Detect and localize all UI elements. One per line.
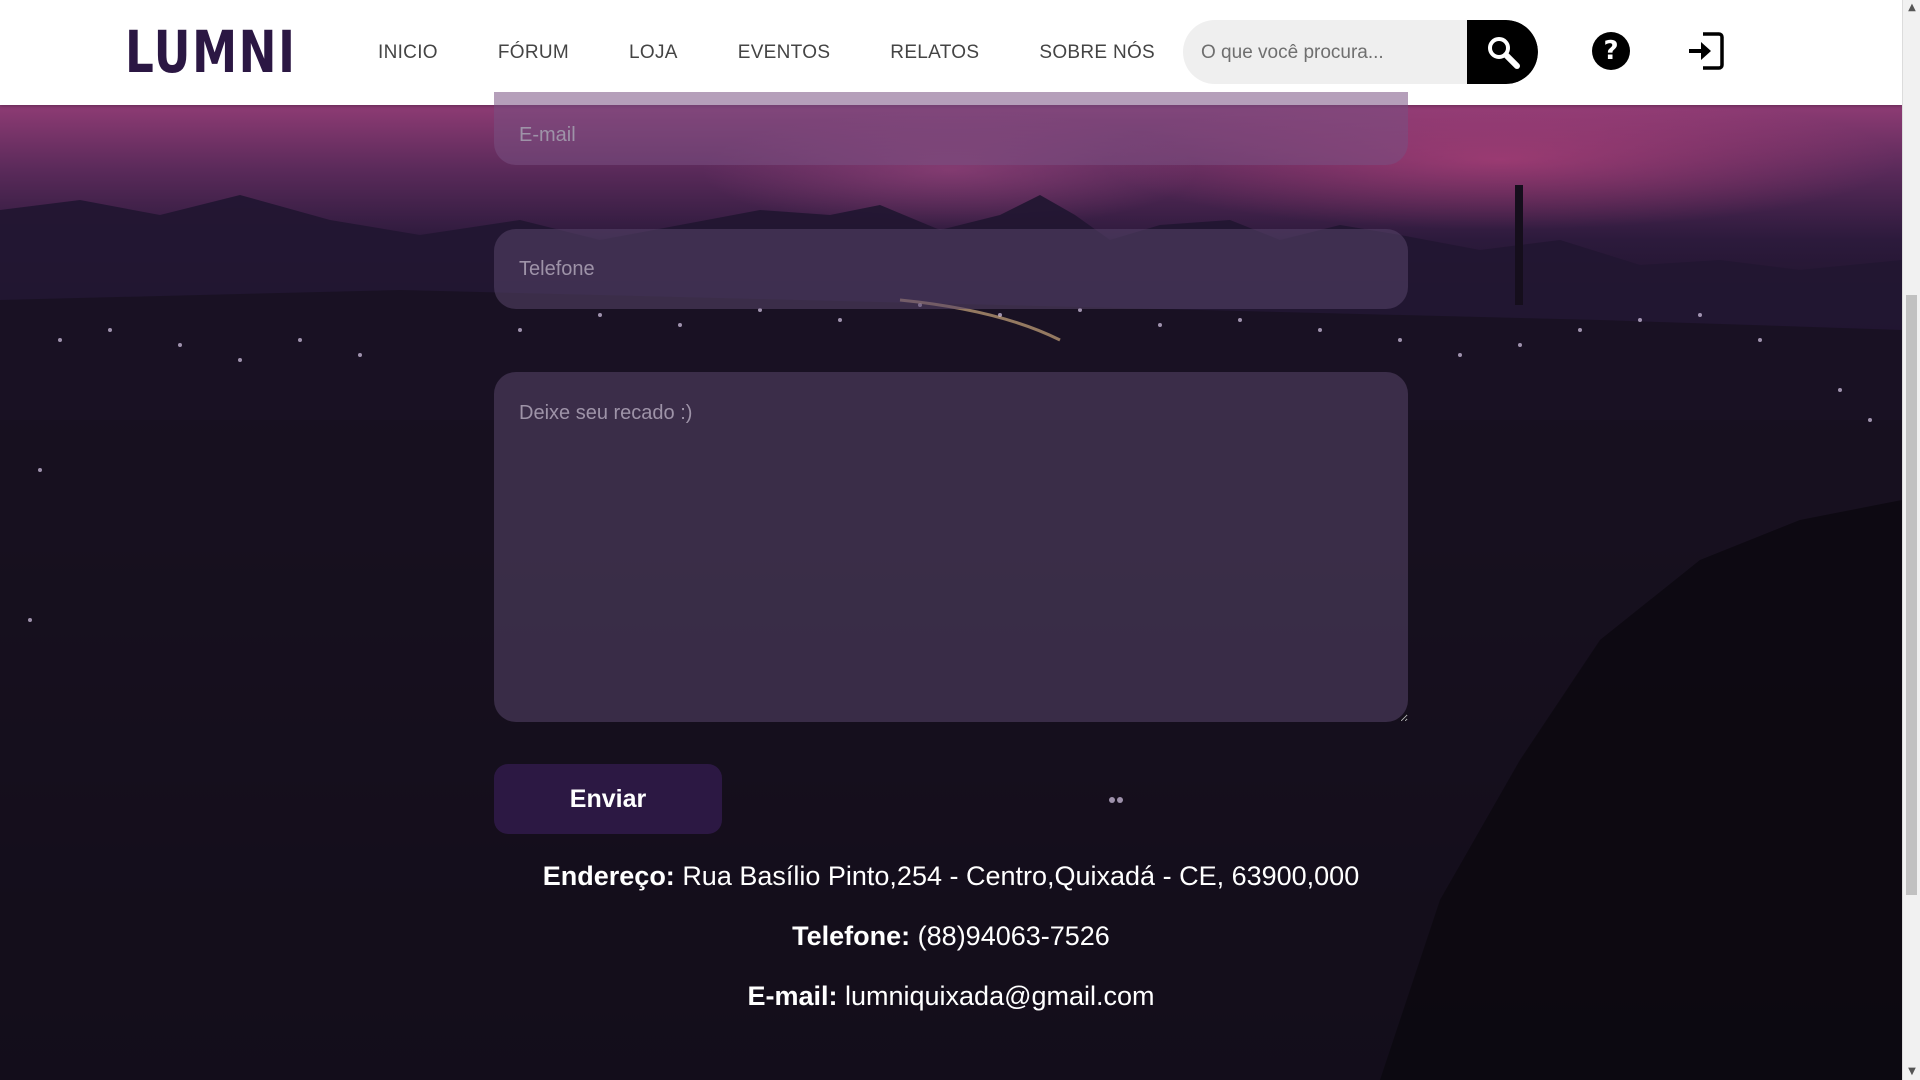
nav-loja[interactable]: LOJA <box>629 42 678 64</box>
email-label: E-mail: <box>747 981 845 1011</box>
message-textarea[interactable] <box>494 372 1408 722</box>
phone-label: Telefone: <box>792 921 918 951</box>
nav-forum[interactable]: FÓRUM <box>498 42 569 64</box>
contact-phone: Telefone: (88)94063-7526 <box>0 921 1902 952</box>
logo-wordmark: LUMNI <box>125 18 297 86</box>
page-scrollbar[interactable]: ▲ ▼ <box>1902 0 1920 1080</box>
scroll-up-arrow-icon[interactable]: ▲ <box>1903 0 1920 16</box>
contact-email: E-mail: lumniquixada@gmail.com <box>0 981 1902 1012</box>
email-field[interactable] <box>494 92 1408 165</box>
phone-field[interactable] <box>494 229 1408 309</box>
sign-in-icon <box>1689 32 1724 70</box>
nav-sobre-nos[interactable]: SOBRE NÓS <box>1039 42 1155 64</box>
email-value: lumniquixada@gmail.com <box>844 981 1155 1011</box>
main-nav: INICIO FÓRUM LOJA EVENTOS RELATOS SOBRE … <box>378 0 1215 105</box>
search-input[interactable] <box>1199 20 1473 84</box>
question-circle-icon[interactable]: ? <box>1592 32 1630 70</box>
scrollbar-thumb[interactable] <box>1906 295 1917 895</box>
address-label: Endereço: <box>542 861 683 891</box>
login-button[interactable] <box>1685 30 1725 72</box>
contact-address: Endereço: Rua Basílio Pinto,254 - Centro… <box>0 861 1902 892</box>
address-value: Rua Basílio Pinto,254 - Centro,Quixadá -… <box>682 861 1360 891</box>
search-icon <box>1487 37 1520 69</box>
send-button[interactable]: Enviar <box>494 764 722 834</box>
scroll-down-arrow-icon[interactable]: ▼ <box>1903 1064 1920 1080</box>
lumni-logo[interactable]: LUMNI <box>119 18 329 86</box>
nav-inicio[interactable]: INICIO <box>378 42 438 64</box>
nav-relatos[interactable]: RELATOS <box>890 42 979 64</box>
phone-value: (88)94063-7526 <box>917 921 1110 951</box>
nav-eventos[interactable]: EVENTOS <box>738 42 831 64</box>
search-button[interactable] <box>1467 20 1538 84</box>
search-bar <box>1183 20 1538 84</box>
site-header: LUMNI INICIO FÓRUM LOJA EVENTOS RELATOS … <box>0 0 1902 105</box>
